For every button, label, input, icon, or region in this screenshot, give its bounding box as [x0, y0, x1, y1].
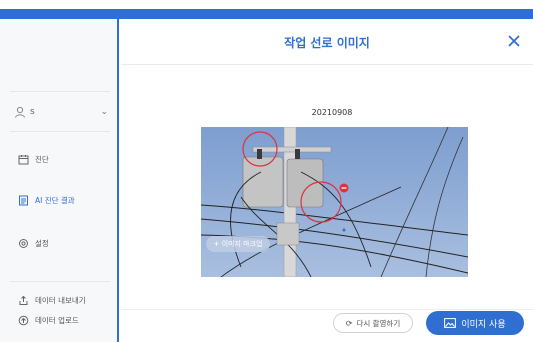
sidebar-item-label: AI 진단 결과 [35, 196, 75, 205]
sidebar: s ⌄ 진단 AI 진단 결과 설정 데이터 내보내기 데이터 업로드 [0, 19, 119, 342]
image-icon [444, 318, 457, 328]
refresh-icon: ⟳ [345, 318, 353, 328]
sidebar-item-label: 설정 [35, 239, 49, 248]
image-markup-button[interactable]: + 이미지 마크업 [206, 236, 270, 252]
sidebar-item-diagnosis[interactable]: 진단 [18, 154, 49, 165]
sidebar-item-settings[interactable]: 설정 [18, 238, 49, 249]
user-name: s [30, 107, 35, 117]
dialog-title: 작업 선로 이미지 [284, 36, 370, 50]
close-icon[interactable] [505, 32, 523, 50]
calendar-icon [18, 155, 29, 165]
sidebar-item-ai-result[interactable]: AI 진단 결과 [18, 195, 75, 206]
chevron-down-icon[interactable]: ⌄ [100, 107, 108, 117]
sidebar-divider [10, 131, 110, 132]
sidebar-item-label: 진단 [35, 155, 49, 164]
use-image-button[interactable]: 이미지 사용 [426, 311, 524, 335]
export-label: 데이터 내보내기 [35, 296, 86, 305]
document-icon [19, 195, 28, 206]
user-menu[interactable]: s ⌄ [14, 101, 112, 123]
retake-label: 다시 촬영하기 [356, 318, 401, 328]
upload-data-button[interactable]: 데이터 업로드 [18, 315, 79, 326]
utility-pole-photo [201, 127, 468, 277]
upload-label: 데이터 업로드 [35, 316, 79, 325]
capture-date: 20210908 [311, 108, 353, 117]
user-icon [15, 106, 25, 118]
top-bar [0, 0, 533, 19]
export-icon [19, 295, 28, 305]
sidebar-divider [10, 91, 110, 92]
sidebar-divider [10, 281, 110, 282]
retake-button[interactable]: ⟳ 다시 촬영하기 [333, 313, 413, 333]
line-photo [201, 127, 468, 277]
upload-icon [18, 315, 29, 326]
export-data-button[interactable]: 데이터 내보내기 [18, 295, 86, 306]
image-dialog: 작업 선로 이미지 20210908 [121, 19, 533, 342]
accent-strip [0, 9, 533, 19]
dialog-header: 작업 선로 이미지 [121, 19, 533, 65]
gear-icon [19, 239, 28, 248]
use-image-label: 이미지 사용 [461, 319, 506, 330]
